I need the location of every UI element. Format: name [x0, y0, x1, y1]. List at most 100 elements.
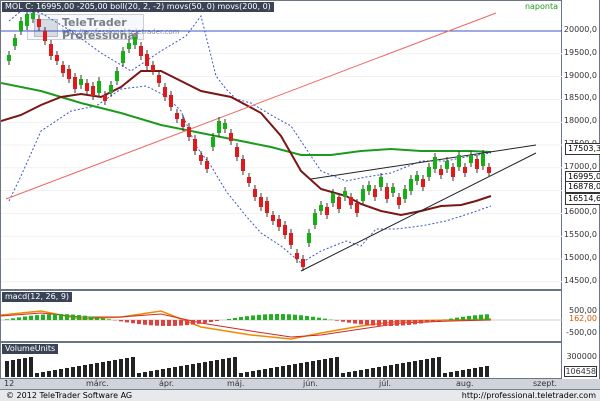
- volume-bar: [29, 357, 33, 377]
- macd-histogram-bar: [167, 320, 171, 326]
- candle-body: [259, 197, 263, 207]
- volume-bar: [179, 366, 183, 377]
- candle-body: [79, 79, 83, 85]
- x-label-aug: aug.: [456, 379, 474, 388]
- volume-bar: [95, 363, 99, 377]
- volume-scale: 300000 106458: [562, 342, 600, 379]
- candle-body: [151, 65, 155, 71]
- candle-body: [295, 253, 299, 259]
- macd-histogram-bar: [419, 320, 423, 324]
- price-tick: 19000,0: [564, 71, 597, 80]
- low-price-box: 16878,00: [565, 181, 600, 193]
- candle-body: [247, 177, 251, 183]
- volume-bar: [377, 367, 381, 377]
- candle-body: [487, 167, 491, 173]
- macd-histogram-bar: [197, 320, 201, 324]
- candle-body: [307, 233, 311, 243]
- volume-bar: [89, 364, 93, 377]
- volume-bar: [371, 368, 375, 377]
- ma50-price-box: 16514,60: [565, 193, 600, 205]
- volume-bar: [53, 370, 57, 377]
- macd-histogram-bar: [485, 314, 489, 320]
- macd-histogram-bar: [245, 316, 249, 320]
- candle-body: [19, 21, 23, 31]
- volume-bar: [353, 371, 357, 377]
- price-tick: 16000,0: [564, 207, 597, 216]
- volume-bar: [167, 368, 171, 377]
- candle-body: [157, 75, 161, 83]
- macd-histogram-bar: [239, 317, 243, 320]
- macd-histogram-bar: [227, 319, 231, 320]
- candle-body: [145, 54, 149, 66]
- volume-bar: [41, 372, 45, 377]
- volume-bar: [35, 373, 39, 377]
- macd-histogram-bar: [251, 315, 255, 320]
- price-panel[interactable]: MOL C: 16995,00 -205,00 boll(20, 2, -2) …: [0, 0, 562, 290]
- volume-tick: 300000: [566, 352, 597, 361]
- candle-body: [193, 139, 197, 151]
- ma200-line: [1, 83, 491, 155]
- candle-body: [403, 189, 407, 199]
- volume-bar: [59, 369, 63, 377]
- macd-histogram-bar: [155, 320, 159, 326]
- macd-histogram-bar: [233, 318, 237, 320]
- candle-body: [103, 95, 107, 101]
- candle-body: [409, 179, 413, 191]
- candle-body: [25, 14, 29, 26]
- candle-body: [349, 197, 353, 205]
- volume-chart: [1, 343, 563, 380]
- x-label-may: máj.: [227, 379, 244, 388]
- volume-bar: [221, 359, 225, 377]
- volume-bar: [449, 372, 453, 377]
- macd-histogram-bar: [47, 314, 51, 320]
- candle-body: [319, 205, 323, 211]
- macd-histogram-bar: [83, 316, 87, 320]
- macd-scale: 500,00 162,00 -500,00: [562, 290, 600, 342]
- macd-histogram-bar: [95, 317, 99, 320]
- macd-panel[interactable]: macd(12, 26, 9): [0, 290, 562, 342]
- candle-body: [469, 155, 473, 163]
- candle-body: [289, 233, 293, 245]
- volume-bar: [47, 371, 51, 377]
- macd-histogram-bar: [71, 315, 75, 320]
- macd-histogram-bar: [317, 318, 321, 320]
- candle-body: [415, 175, 419, 181]
- macd-histogram-bar: [263, 314, 267, 320]
- candle-body: [121, 51, 125, 63]
- candle-body: [481, 154, 485, 166]
- price-tick: 15000,0: [564, 253, 597, 262]
- copyright-text: © 2012 TeleTrader Software AG: [6, 390, 132, 401]
- volume-bar: [419, 360, 423, 377]
- macd-histogram-bar: [149, 320, 153, 325]
- macd-histogram-bar: [347, 320, 351, 323]
- volume-bar: [5, 361, 9, 377]
- candle-body: [379, 177, 383, 187]
- candle-body: [139, 46, 143, 56]
- volume-bar: [479, 367, 483, 377]
- candle-body: [277, 219, 281, 227]
- candle-body: [361, 189, 365, 201]
- macd-histogram-bar: [431, 320, 435, 322]
- candle-body: [283, 225, 287, 235]
- candle-body: [181, 119, 185, 127]
- candle-body: [37, 19, 41, 27]
- stock-chart-window: MOL C: 16995,00 -205,00 boll(20, 2, -2) …: [0, 0, 600, 400]
- macd-histogram-bar: [341, 320, 345, 322]
- volume-bar: [215, 360, 219, 377]
- candle-body: [313, 213, 317, 225]
- candle-body: [205, 161, 209, 169]
- volume-panel[interactable]: VolumeUnits: [0, 342, 562, 379]
- macd-histogram-bar: [335, 320, 339, 321]
- macd-histogram-bar: [137, 320, 141, 324]
- macd-histogram-bar: [89, 316, 93, 320]
- macd-histogram-bar: [425, 320, 429, 323]
- macd-histogram-bar: [65, 314, 69, 320]
- candle-body: [397, 197, 401, 205]
- footer-url[interactable]: http://professional.teletrader.com: [462, 390, 596, 401]
- volume-bar: [407, 362, 411, 377]
- candle-body: [445, 161, 449, 169]
- candle-body: [367, 185, 371, 191]
- volume-bar: [125, 358, 129, 377]
- volume-bar: [335, 357, 339, 377]
- macd-histogram-bar: [449, 319, 453, 320]
